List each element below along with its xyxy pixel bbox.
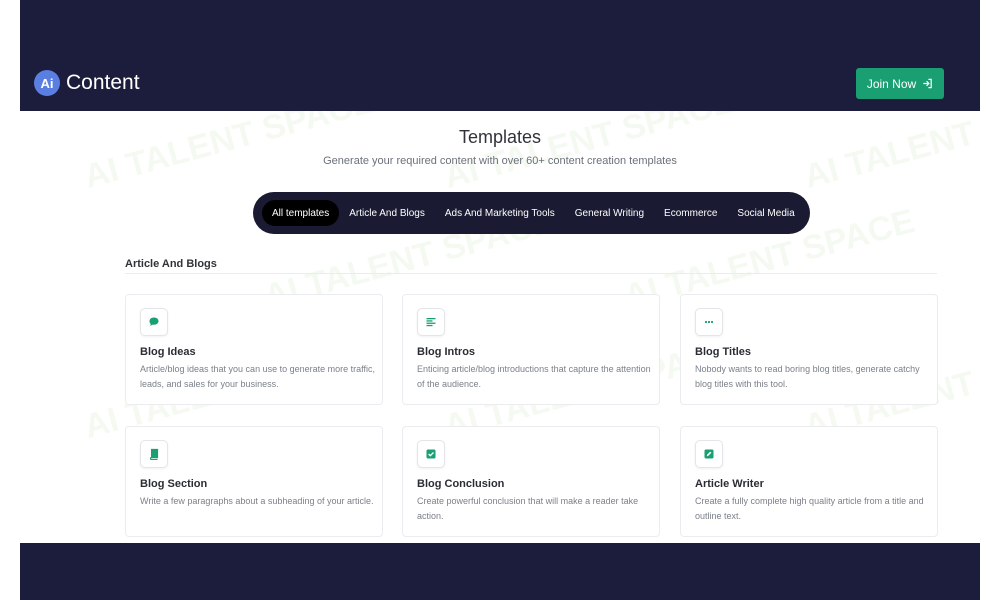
chat-bubble-icon <box>140 308 168 336</box>
page-title: Templates <box>458 127 542 147</box>
card-title: Article Writer <box>695 478 764 490</box>
footer <box>20 543 980 600</box>
template-card-blog-ideas[interactable]: Blog Ideas Article/blog ideas that you c… <box>125 294 383 405</box>
section-divider <box>125 273 937 274</box>
card-description: Write a few paragraphs about a subheadin… <box>140 496 374 506</box>
card-title: Blog Section <box>140 478 208 490</box>
top-navbar: Ai Content Join Now <box>20 0 980 111</box>
main-content: Templates Generate your required content… <box>20 111 980 543</box>
card-title: Blog Intros <box>417 346 476 358</box>
book-icon <box>140 440 168 468</box>
tab-general-writing[interactable]: General Writing <box>565 200 654 226</box>
card-title: Blog Titles <box>695 346 752 358</box>
template-card-article-writer[interactable]: Article Writer Create a fully complete h… <box>680 426 938 537</box>
card-description: Create powerful conclusion that will mak… <box>417 496 639 521</box>
tab-ads-and-marketing-tools[interactable]: Ads And Marketing Tools <box>435 200 565 226</box>
logo[interactable]: Ai Content <box>34 70 140 96</box>
logo-mark: Ai <box>34 70 60 96</box>
card-title: Blog Conclusion <box>417 478 505 490</box>
card-description: Enticing article/blog introductions that… <box>417 364 651 389</box>
card-description: Nobody wants to read boring blog titles,… <box>695 364 920 389</box>
template-card-blog-intros[interactable]: Blog Intros Enticing article/blog introd… <box>402 294 660 405</box>
template-card-blog-titles[interactable]: Blog Titles Nobody wants to read boring … <box>680 294 938 405</box>
sign-in-icon <box>922 78 933 89</box>
tab-all-templates[interactable]: All templates <box>262 200 340 226</box>
category-tabs: All templates Article And Blogs Ads And … <box>253 192 810 234</box>
join-now-button[interactable]: Join Now <box>856 68 944 99</box>
logo-text: Content <box>66 71 140 94</box>
tab-article-and-blogs[interactable]: Article And Blogs <box>339 200 435 226</box>
template-card-blog-section[interactable]: Blog Section Write a few paragraphs abou… <box>125 426 383 537</box>
app-window: AI TALENT SPACE AI TALENT SPACE AI TALEN… <box>20 0 980 600</box>
dots-icon <box>695 308 723 336</box>
card-description: Create a fully complete high quality art… <box>695 496 924 521</box>
check-square-icon <box>417 440 445 468</box>
join-now-label: Join Now <box>866 76 917 91</box>
template-card-blog-conclusion[interactable]: Blog Conclusion Create powerful conclusi… <box>402 426 660 537</box>
card-description: Article/blog ideas that you can use to g… <box>140 364 375 389</box>
edit-square-icon <box>695 440 723 468</box>
section-heading: Article And Blogs <box>125 258 217 270</box>
page-subtitle: Generate your required content with over… <box>323 155 677 167</box>
card-title: Blog Ideas <box>140 346 196 358</box>
tab-social-media[interactable]: Social Media <box>727 200 804 226</box>
tab-ecommerce[interactable]: Ecommerce <box>654 200 727 226</box>
align-text-icon <box>417 308 445 336</box>
